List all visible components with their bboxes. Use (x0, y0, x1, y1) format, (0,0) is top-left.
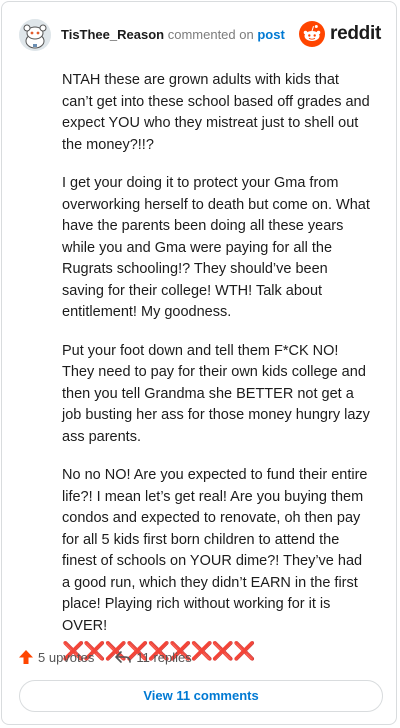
snoo-avatar-icon (19, 19, 51, 51)
action-text: commented on (167, 27, 254, 42)
view-comments-button[interactable]: View 11 comments (19, 680, 383, 712)
comment-card: TisThee_Reason commented on post reddit … (1, 1, 397, 725)
comment-meta: TisThee_Reason commented on post (61, 27, 285, 42)
comment-paragraph: NTAH these are grown adults with kids th… (62, 72, 370, 153)
upvote-action[interactable]: 5 upvotes (18, 649, 94, 665)
avatar[interactable] (19, 19, 51, 51)
reply-icon (115, 651, 132, 663)
upvote-arrow-icon (19, 650, 33, 664)
post-link[interactable]: post (257, 27, 284, 42)
comment-body: NTAH these are grown adults with kids th… (62, 70, 372, 661)
reddit-brand[interactable]: reddit (299, 21, 381, 47)
comment-paragraph: I get your doing it to protect your Gma … (62, 175, 370, 320)
reddit-logo-icon (299, 21, 326, 47)
comment-paragraph: Put your foot down and tell them F*CK NO… (62, 342, 370, 445)
brand-name: reddit (330, 23, 381, 44)
upvote-count: 5 upvotes (38, 649, 95, 665)
reply-action[interactable]: 11 replies (114, 649, 192, 665)
username[interactable]: TisThee_Reason (61, 27, 164, 42)
comment-header: TisThee_Reason commented on post reddit (17, 17, 381, 53)
comment-paragraph: No no NO! Are you expected to fund their… (62, 467, 368, 634)
reply-count: 11 replies (136, 649, 192, 665)
action-bar: 5 upvotes 11 replies (18, 647, 212, 667)
